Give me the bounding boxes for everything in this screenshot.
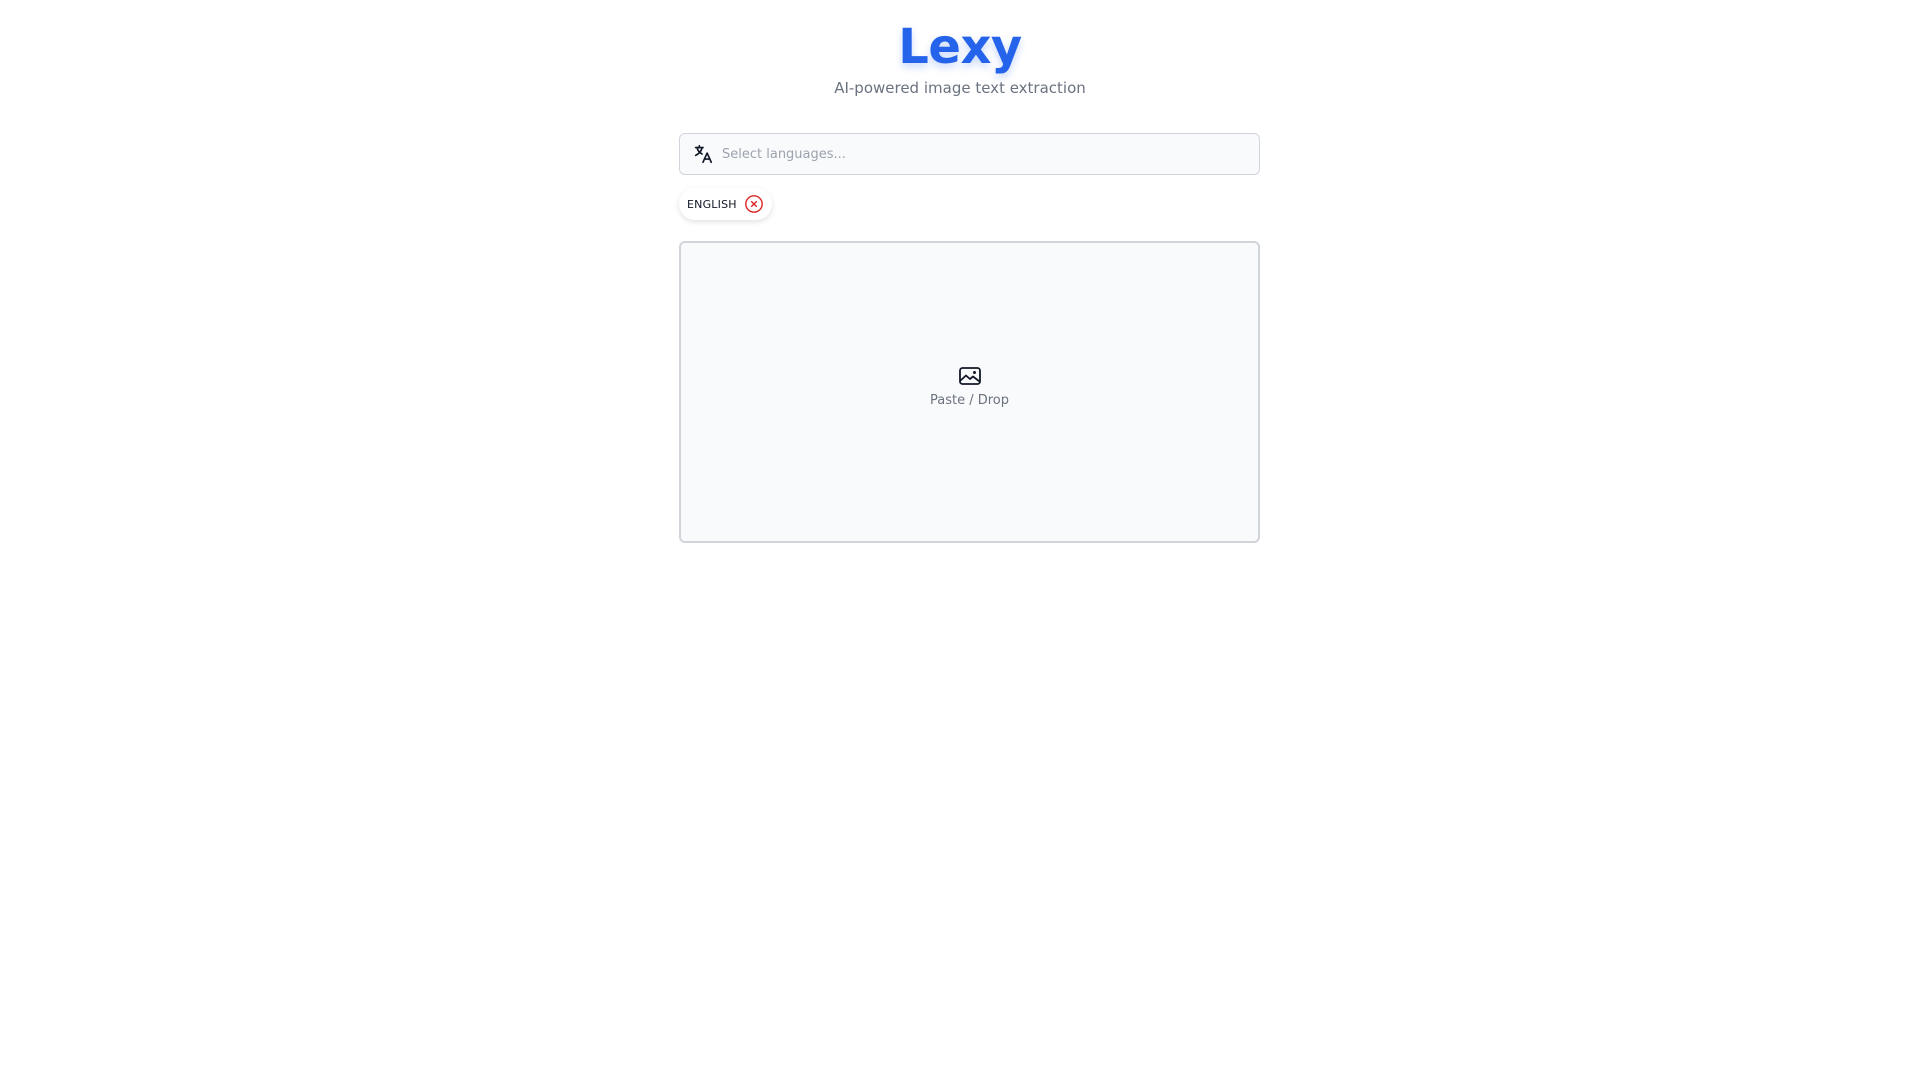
language-search-input[interactable] <box>722 146 1242 162</box>
brand-title: Lexy <box>898 19 1022 75</box>
image-dropzone[interactable]: Paste / Drop <box>679 241 1260 543</box>
language-chip-label: ENGLISH <box>687 197 737 211</box>
translate-icon <box>692 143 714 165</box>
language-select[interactable] <box>679 133 1260 175</box>
header: Lexy AI-powered image text extraction <box>0 18 1920 98</box>
dropzone-label: Paste / Drop <box>929 393 1009 408</box>
app-root: Lexy AI-powered image text extraction EN… <box>0 0 1920 1080</box>
language-chip-english: ENGLISH <box>679 188 772 220</box>
image-icon <box>958 366 982 386</box>
close-circle-icon[interactable] <box>744 194 764 214</box>
tagline: AI-powered image text extraction <box>834 79 1086 97</box>
dropzone-content: Paste / Drop <box>681 366 1258 410</box>
